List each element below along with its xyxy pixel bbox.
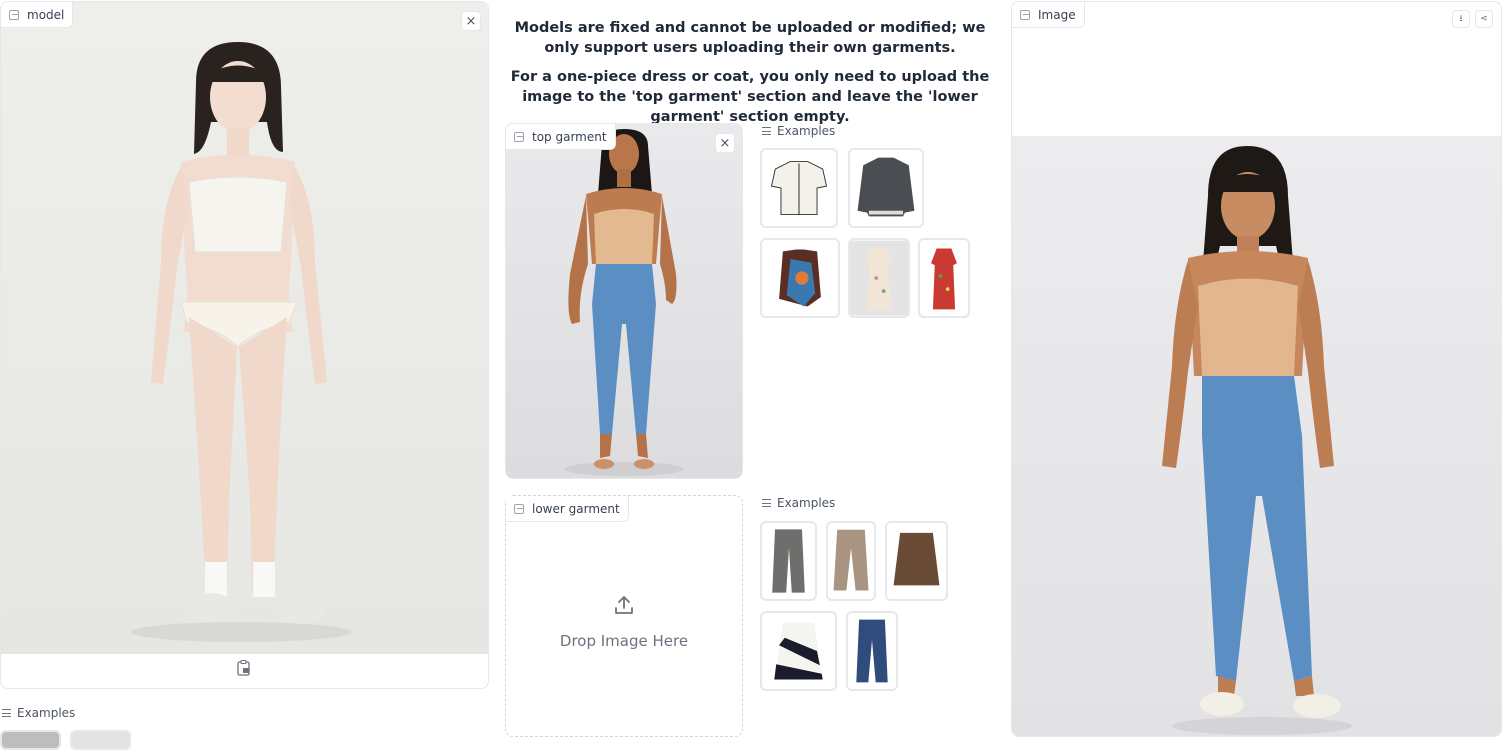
list-icon [762,499,771,507]
lower-example-grey-trousers[interactable] [760,521,817,601]
image-icon [514,131,524,142]
list-icon [762,127,771,135]
lower-example-striped-skirt[interactable] [760,611,837,691]
top-example-patterned-vest[interactable] [760,238,840,318]
paste-from-clipboard-button[interactable] [235,659,253,677]
model-image-panel: model × [0,1,489,689]
image-icon [9,9,19,20]
top-garment-photo [506,124,742,478]
model-close-button[interactable]: × [461,11,481,31]
top-examples-header: Examples [762,124,835,138]
list-icon [2,709,11,717]
close-icon: × [465,13,477,29]
model-example-thumb[interactable] [0,730,61,750]
download-icon: ⭳ [1459,14,1463,24]
top-example-white-blouse[interactable] [760,148,838,228]
model-example-thumb[interactable] [70,730,131,750]
download-button[interactable]: ⭳ [1452,10,1470,28]
lower-garment-dropzone[interactable]: lower garment Drop Image Here [505,495,743,737]
top-example-red-dress[interactable] [918,238,970,318]
image-icon [514,503,524,514]
upload-icon [615,596,633,614]
clipboard-icon [237,659,250,676]
lower-example-beige-pants[interactable] [826,521,876,601]
output-image-panel: Image ⭳ ⋖ [1011,1,1502,737]
share-icon: ⋖ [1480,14,1488,24]
top-example-floral-dress[interactable] [848,238,910,318]
top-garment-panel[interactable]: top garment × [505,123,743,479]
drop-image-text: Drop Image Here [559,632,689,650]
top-garment-close-button[interactable]: × [715,133,735,153]
lower-examples-header: Examples [762,496,835,510]
model-examples-header: Examples [2,706,75,720]
lower-example-leather-skirt[interactable] [885,521,948,601]
top-garment-label: top garment [506,124,616,150]
share-button[interactable]: ⋖ [1475,10,1493,28]
output-label: Image [1012,2,1085,28]
model-photo [1,2,488,654]
top-example-grey-cardigan[interactable] [848,148,924,228]
lower-garment-label: lower garment [506,496,629,522]
notice-line-1: Models are fixed and cannot be uploaded … [514,20,986,56]
model-label: model [1,2,74,28]
notice-line-2: For a one-piece dress or coat, you only … [510,69,990,125]
lower-example-blue-jeans[interactable] [846,611,898,691]
close-icon: × [719,135,731,151]
image-icon [1020,9,1030,20]
output-photo [1012,136,1501,736]
